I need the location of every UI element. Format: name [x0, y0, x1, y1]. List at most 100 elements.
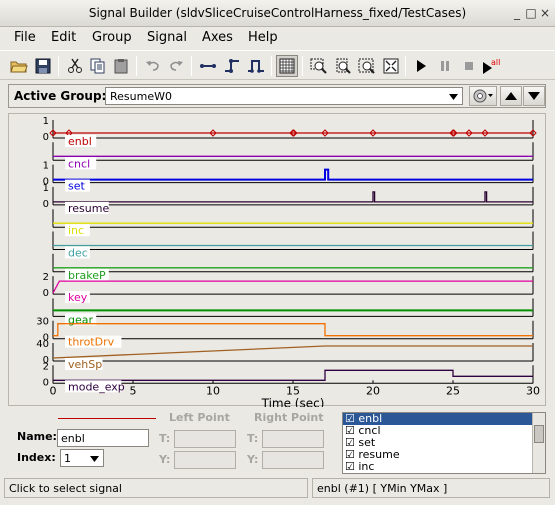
signal-label-throtdrv[interactable]: throtDrv: [68, 336, 115, 349]
signal-label-resume[interactable]: resume: [68, 202, 109, 215]
chevron-down-icon: [449, 94, 458, 100]
left-y-label: Y:: [159, 453, 171, 466]
name-label: Name:: [17, 430, 57, 443]
menu-group[interactable]: Group: [92, 30, 132, 45]
status-signal-info: enbl (#1) [ YMin YMax ]: [312, 478, 550, 498]
active-group-label: Active Group:: [14, 89, 107, 103]
signal-label-inc[interactable]: inc: [68, 224, 84, 237]
signal-ymax-label: 1: [43, 161, 49, 172]
signal-label-vehsp[interactable]: vehSp: [68, 358, 102, 371]
toolbar-separator: [271, 56, 272, 76]
zoom-y-icon[interactable]: [332, 55, 354, 77]
close-icon[interactable]: ×: [538, 6, 552, 20]
right-point-y-field[interactable]: [262, 451, 324, 469]
x-tick-label: 20: [366, 384, 380, 397]
menu-help[interactable]: Help: [248, 30, 278, 45]
left-t-label: T:: [159, 432, 171, 445]
active-group-select[interactable]: ResumeW0: [105, 87, 463, 105]
grid-icon[interactable]: [276, 55, 298, 77]
menu-signal[interactable]: Signal: [147, 30, 187, 45]
signal-ymin-label: 0: [43, 132, 49, 143]
signal-label-key[interactable]: key: [68, 291, 88, 304]
zoom-xy-icon[interactable]: [356, 55, 378, 77]
chevron-down-icon: [90, 456, 99, 462]
signal-label-gear[interactable]: gear: [68, 313, 93, 326]
signal-ymax-label: 2: [43, 361, 49, 372]
signal-line-set[interactable]: [53, 168, 533, 181]
signal-ymax-label: 1: [43, 183, 49, 194]
signal-ymax-label: 40: [36, 339, 49, 350]
signal-line-resume[interactable]: [53, 191, 533, 203]
line-icon[interactable]: [197, 55, 219, 77]
menu-axes[interactable]: Axes: [202, 30, 233, 45]
signal-ymax-label: 1: [43, 116, 49, 127]
signal-properties-panel: Left Point Right Point Name: enbl Index:…: [8, 408, 546, 474]
status-message: Click to select signal: [4, 478, 308, 498]
signal-label-cncl[interactable]: cncl: [68, 157, 90, 170]
signal-label-mode_exp[interactable]: mode_exp: [68, 380, 125, 393]
undo-icon[interactable]: [142, 55, 164, 77]
left-point-y-field[interactable]: [174, 451, 236, 469]
move-down-button[interactable]: [523, 86, 545, 106]
signal-line-key[interactable]: [52, 280, 533, 294]
fit-icon[interactable]: [380, 55, 402, 77]
index-select[interactable]: 1: [60, 449, 104, 467]
index-label: Index:: [17, 451, 56, 464]
triangle-up-icon: [505, 92, 517, 100]
maximize-icon[interactable]: □: [524, 6, 538, 20]
open-icon[interactable]: [8, 55, 30, 77]
redo-icon[interactable]: [165, 55, 187, 77]
triangle-down-icon: [528, 92, 540, 100]
stop-icon[interactable]: [458, 55, 480, 77]
save-icon[interactable]: [32, 55, 54, 77]
paste-icon[interactable]: [110, 55, 132, 77]
signal-list[interactable]: ☑ enbl ☑ cncl ☑ set ☑ resume ☑ inc: [342, 412, 546, 474]
copy-icon[interactable]: [87, 55, 109, 77]
signal-ymin-label: 0: [43, 288, 49, 299]
right-y-label: Y:: [247, 453, 259, 466]
toolbar-separator: [405, 56, 406, 76]
signal-label-dec[interactable]: dec: [68, 247, 88, 260]
cut-icon[interactable]: [64, 55, 86, 77]
right-t-label: T:: [247, 432, 259, 445]
signal-ymin-label: 0: [43, 377, 49, 388]
move-up-button[interactable]: [500, 86, 522, 106]
signal-line-throtdrv[interactable]: [53, 323, 533, 337]
svg-text:all: all: [491, 58, 500, 67]
signal-line-mode_exp[interactable]: [53, 369, 533, 381]
signal-plot[interactable]: 10 enblcncl10 set10 resumeincdecbrakeP20 key…: [9, 114, 547, 407]
toolbar-separator: [136, 56, 137, 76]
signal-line-vehsp[interactable]: [52, 345, 533, 359]
left-point-label: Left Point: [169, 411, 230, 424]
right-point-label: Right Point: [254, 411, 324, 424]
signal-plot-area[interactable]: 1 0 enbl cncl 1 0 set 1 0 resume inc dec brakeP 2 0 key…: [8, 113, 547, 407]
right-point-t-field[interactable]: [262, 430, 324, 448]
signal-label-enbl[interactable]: enbl: [68, 135, 92, 148]
signal-label-set[interactable]: set: [68, 180, 85, 193]
x-tick-label: 0: [50, 384, 57, 397]
signal-ymax-label: 30: [36, 317, 49, 328]
list-item[interactable]: ☑ inc: [343, 461, 545, 473]
status-bar: Click to select signal enbl (#1) [ YMin …: [0, 476, 555, 505]
menu-edit[interactable]: Edit: [51, 30, 76, 45]
signal-label-brakep[interactable]: brakeP: [68, 269, 106, 282]
menu-bar: File Edit Group Signal Axes Help: [0, 27, 555, 49]
play-icon[interactable]: [410, 55, 432, 77]
pause-icon[interactable]: [434, 55, 456, 77]
left-point-t-field[interactable]: [174, 430, 236, 448]
list-scrollbar[interactable]: [532, 413, 545, 473]
group-settings-button[interactable]: [469, 86, 497, 106]
active-group-value: ResumeW0: [110, 90, 172, 103]
signal-preview-line: [58, 418, 156, 419]
signal-ymax-label: 2: [43, 272, 49, 283]
run-all-icon[interactable]: all: [480, 55, 502, 77]
step-pulse-icon[interactable]: [245, 55, 267, 77]
minimize-icon[interactable]: _: [510, 6, 524, 20]
zoom-x-icon[interactable]: [308, 55, 330, 77]
scroll-thumb[interactable]: [534, 425, 544, 443]
name-field[interactable]: enbl: [57, 429, 149, 447]
menu-file[interactable]: File: [14, 30, 36, 45]
x-tick-label: 25: [446, 384, 460, 397]
step-up-icon[interactable]: [221, 55, 243, 77]
active-group-bar: Active Group: ResumeW0: [8, 84, 546, 108]
